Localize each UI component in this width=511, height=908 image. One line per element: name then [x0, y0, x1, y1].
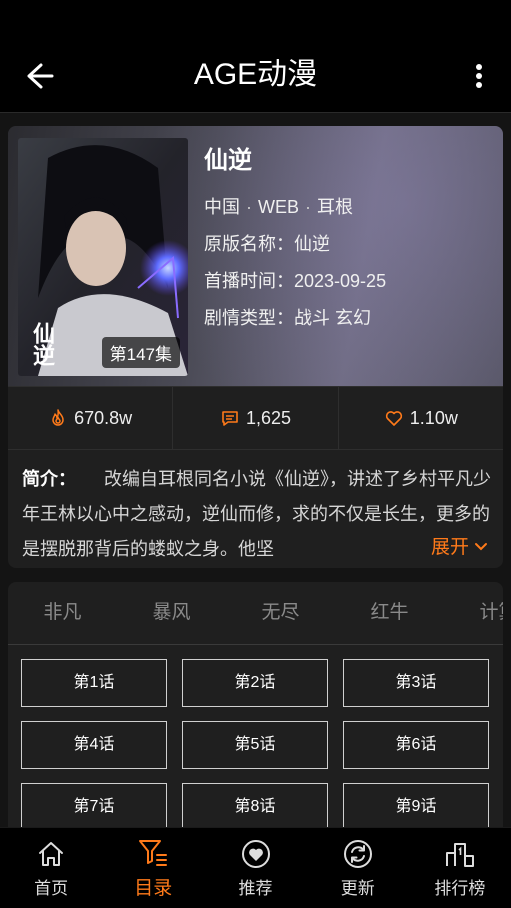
original-name-row: 原版名称：仙逆 — [204, 226, 386, 263]
air-date-label: 首播时间： — [204, 271, 294, 291]
arrow-left-icon — [27, 63, 54, 89]
episode-card: 非凡暴风无尽红牛计算 第1话 第2话 第3话 第4话 第5话 第6话 第7话 第… — [8, 582, 503, 842]
tag-author: 耳根 — [317, 197, 354, 217]
views-stat: 670.8w — [8, 387, 174, 449]
likes-count: 1.10w — [409, 407, 458, 428]
more-options-button[interactable] — [461, 58, 497, 94]
air-date-row: 首播时间：2023-09-25 — [204, 263, 386, 300]
views-count: 670.8w — [74, 407, 133, 428]
original-name-label: 原版名称： — [204, 234, 294, 254]
nav-updates-label: 更新 — [340, 878, 375, 898]
app-title: AGE动漫 — [193, 58, 318, 91]
comment-icon — [222, 411, 238, 426]
nav-recommend[interactable]: 推荐 — [204, 828, 306, 908]
episode-count-badge: 第147集 — [101, 337, 180, 368]
tab-source-wujin[interactable]: 无尽 — [226, 582, 335, 644]
app-bar: AGE动漫 — [0, 40, 511, 113]
expand-label: 展开 — [430, 537, 469, 558]
genre-value: 战斗 玄幻 — [294, 308, 372, 328]
genre-row: 剧情类型：战斗 玄幻 — [204, 300, 386, 337]
chevron-down-icon — [475, 542, 487, 550]
cover-image[interactable]: 仙逆 第147集 — [18, 138, 188, 376]
anime-meta: 仙逆 中国 · WEB · 耳根 原版名称：仙逆 首播时间：2023-09-25 剧情类… — [204, 140, 386, 337]
nav-ranking[interactable]: 排行榜 — [409, 828, 511, 908]
genre-label: 剧情类型： — [204, 308, 294, 328]
episode-button[interactable]: 第3话 — [343, 659, 489, 707]
episode-button[interactable]: 第8话 — [182, 783, 328, 831]
synopsis-label: 简介： — [22, 469, 76, 489]
nav-home[interactable]: 首页 — [0, 828, 102, 908]
episode-button[interactable]: 第4话 — [21, 721, 167, 769]
comments-count: 1,625 — [245, 407, 292, 428]
filter-list-icon — [139, 839, 168, 866]
stats-bar: 670.8w 1,625 1.10w — [8, 386, 503, 450]
podium-icon — [445, 842, 474, 867]
more-vert-icon — [476, 64, 482, 88]
anime-info-card: 仙逆 第147集 仙逆 中国 · WEB · 耳根 原版名称：仙逆 首播时间：2023-… — [8, 126, 503, 568]
episode-button[interactable]: 第7话 — [21, 783, 167, 831]
nav-updates[interactable]: 更新 — [307, 828, 409, 908]
refresh-icon — [343, 839, 372, 868]
heart-circle-icon — [241, 839, 270, 868]
episode-button[interactable]: 第2话 — [182, 659, 328, 707]
episode-button[interactable]: 第9话 — [343, 783, 489, 831]
back-button[interactable] — [22, 58, 58, 94]
cover-title-text: 仙逆 — [30, 322, 55, 366]
tab-source-feifan[interactable]: 非凡 — [8, 582, 117, 644]
episode-button[interactable]: 第5话 — [182, 721, 328, 769]
nav-catalog[interactable]: 目录 — [102, 828, 204, 908]
nav-catalog-label: 目录 — [134, 877, 173, 899]
comments-stat[interactable]: 1,625 — [173, 387, 339, 449]
fire-icon — [52, 409, 64, 426]
status-bar — [0, 0, 511, 40]
likes-stat[interactable]: 1.10w — [339, 387, 503, 449]
nav-recommend-label: 推荐 — [238, 878, 273, 898]
expand-button[interactable]: 展开 — [424, 532, 489, 559]
air-date-value: 2023-09-25 — [294, 271, 387, 291]
original-name-value: 仙逆 — [294, 234, 330, 254]
tab-source-jisuan[interactable]: 计算 — [444, 582, 503, 644]
nav-home-label: 首页 — [34, 878, 69, 898]
tab-source-hongniu[interactable]: 红牛 — [335, 582, 444, 644]
anime-title: 仙逆 — [204, 147, 252, 174]
tag-type: WEB — [258, 197, 300, 217]
heart-icon — [385, 411, 402, 426]
bottom-navigation: 首页 目录 推荐 更新 排行榜 — [0, 827, 511, 908]
tag-region: 中国 — [204, 197, 240, 217]
episode-button[interactable]: 第1话 — [21, 659, 167, 707]
tab-source-baofeng[interactable]: 暴风 — [117, 582, 226, 644]
synopsis: 简介： 改编自耳根同名小说《仙逆》，讲述了乡村平凡少年王林以心中之感动，逆仙而修，… — [22, 462, 492, 567]
nav-ranking-label: 排行榜 — [434, 878, 486, 898]
episode-button[interactable]: 第6话 — [343, 721, 489, 769]
home-icon — [39, 841, 64, 866]
anime-tags: 中国 · WEB · 耳根 — [204, 197, 354, 217]
source-tabs: 非凡暴风无尽红牛计算 — [8, 582, 503, 645]
